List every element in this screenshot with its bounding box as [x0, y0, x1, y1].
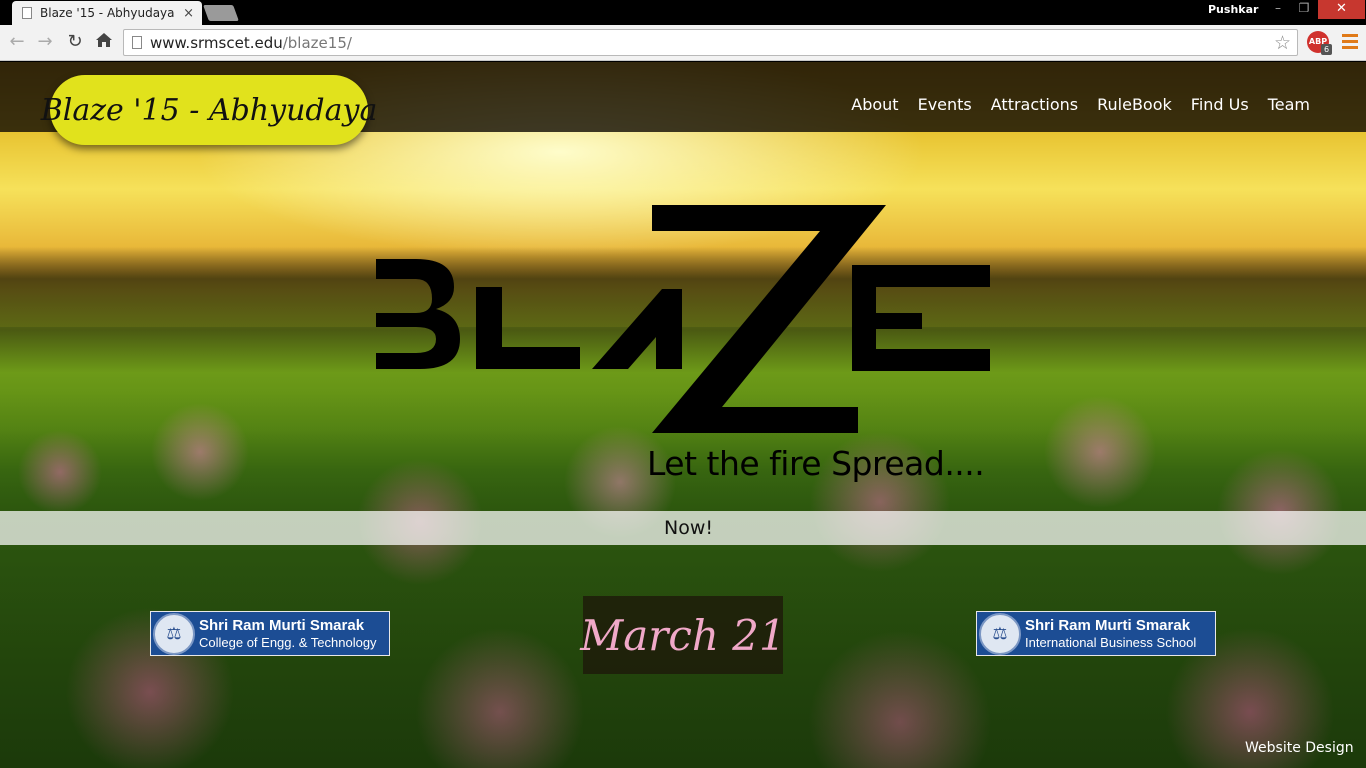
tab-strip: Blaze '15 - Abhyudaya × Pushkar – ❐ ✕: [0, 0, 1366, 25]
url-text[interactable]: www.srmscet.edu/blaze15/: [150, 34, 352, 52]
nav-events[interactable]: Events: [918, 95, 972, 114]
browser-toolbar: ← → ↻ www.srmscet.edu/blaze15/ ☆ ABP 6: [0, 25, 1366, 61]
hamburger-menu-icon[interactable]: [1342, 34, 1358, 50]
college-badge-right[interactable]: ⚖ Shri Ram Murti Smarak International Bu…: [976, 611, 1216, 656]
url-host: www.srmscet.edu: [150, 34, 283, 52]
site-logo[interactable]: Blaze '15 - Abhyudaya: [41, 75, 377, 145]
wordmark-letter-a: [592, 289, 682, 369]
badge-left-line1: Shri Ram Murti Smarak: [199, 616, 365, 634]
wordmark-letter-b: [376, 259, 460, 369]
nav-rulebook[interactable]: RuleBook: [1097, 95, 1172, 114]
star-icon[interactable]: ☆: [1274, 32, 1291, 54]
blaze-wordmark-logo: [376, 205, 990, 433]
badge-right-text: Shri Ram Murti Smarak International Busi…: [1025, 617, 1196, 651]
maximize-button[interactable]: ❐: [1291, 0, 1317, 19]
minimize-button[interactable]: –: [1265, 0, 1291, 19]
event-date-box: March 21: [580, 596, 786, 674]
badge-left-line2: College of Engg. & Technology: [199, 634, 377, 650]
nav-about[interactable]: About: [851, 95, 898, 114]
adblock-count-badge: 6: [1321, 44, 1332, 55]
event-date: March 21: [580, 610, 786, 660]
page-info-icon[interactable]: [132, 36, 142, 49]
profile-name[interactable]: Pushkar: [1208, 3, 1258, 16]
browser-tab[interactable]: Blaze '15 - Abhyudaya ×: [12, 1, 202, 25]
wordmark-letter-z: [652, 205, 886, 433]
window-close-button[interactable]: ✕: [1318, 0, 1365, 19]
business-school-emblem-icon: ⚖: [979, 612, 1021, 655]
page-icon: [22, 7, 32, 19]
badge-right-line2: International Business School: [1025, 634, 1197, 650]
tagline: Let the fire Spread....: [647, 444, 985, 483]
page-viewport: Blaze '15 - Abhyudaya About Events Attra…: [0, 62, 1366, 768]
nav-find-us[interactable]: Find Us: [1191, 95, 1249, 114]
url-path: /blaze15/: [282, 34, 352, 52]
site-nav: About Events Attractions RuleBook Find U…: [832, 95, 1310, 114]
nav-attractions[interactable]: Attractions: [991, 95, 1078, 114]
badge-left-text: Shri Ram Murti Smarak College of Engg. &…: [199, 617, 377, 651]
address-bar[interactable]: www.srmscet.edu/blaze15/ ☆: [123, 29, 1298, 56]
website-design-credit[interactable]: Website Design: [1245, 740, 1354, 756]
nav-team[interactable]: Team: [1268, 95, 1310, 114]
college-badge-left[interactable]: ⚖ Shri Ram Murti Smarak College of Engg.…: [150, 611, 390, 656]
back-arrow-icon[interactable]: ←: [6, 31, 28, 53]
home-icon[interactable]: [93, 31, 115, 53]
badge-right-line1: Shri Ram Murti Smarak: [1025, 616, 1191, 634]
reload-icon[interactable]: ↻: [64, 31, 86, 53]
site-header: Blaze '15 - Abhyudaya About Events Attra…: [0, 62, 1366, 145]
wordmark-letter-e: [852, 265, 990, 371]
college-emblem-icon: ⚖: [153, 612, 195, 655]
site-logo-text: Blaze '15 - Abhyudaya: [40, 92, 378, 128]
new-tab-button[interactable]: [203, 5, 239, 21]
tab-close-icon[interactable]: ×: [183, 6, 194, 21]
wordmark-letter-l: [476, 287, 580, 369]
tab-title: Blaze '15 - Abhyudaya: [40, 6, 175, 20]
now-strip: Now!: [0, 511, 1366, 545]
forward-arrow-icon[interactable]: →: [34, 31, 56, 53]
